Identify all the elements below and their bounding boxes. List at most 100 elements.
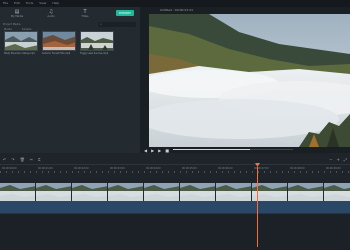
ruler-mark [294,171,295,173]
media-grid: Misty Mountain Valley.mp4 Autumn Forest … [4,31,136,71]
media-item[interactable]: Foggy Lake Sunrise.mp4 [80,31,114,59]
timeline-panel: ↶ ↷ 🗑 ✂ ⌗ − + ⤢ 00:00:00:00 00:00:01:00 00… [0,153,350,250]
ruler-mark [216,171,217,173]
clip-frame [288,183,324,201]
ruler-mark [0,171,1,173]
media-item[interactable]: Autumn Forest Hills.mp4 [42,31,76,59]
delete-icon[interactable]: 🗑 [20,157,25,162]
progress-fill [173,149,250,151]
undo-icon[interactable]: ↶ [3,157,6,162]
ruler-mark [264,171,265,173]
ruler-mark [66,171,67,173]
menu-help[interactable]: Help [52,0,59,7]
clip-frame [0,183,36,201]
ruler-mark [306,171,307,173]
ruler-tick-label: 00:00:05:00 [182,167,197,170]
pause-icon[interactable]: ▶ [158,148,161,153]
empty-track[interactable] [0,213,350,250]
ruler-mark [336,171,337,173]
fullscreen-icon[interactable]: ⤢ [344,157,347,162]
export-button[interactable]: EXPORT [116,10,134,16]
ruler-mark [168,171,169,173]
ruler-mark [114,171,115,173]
clip-frame [180,183,216,201]
crop-icon[interactable]: ⌗ [38,157,40,162]
ruler-tick-label: 00:00:09:00 [326,167,341,170]
ruler-mark [276,171,277,173]
audio-track[interactable] [0,201,350,213]
ruler-tick-label: 00:00:00:00 [2,167,17,170]
ruler-tick-label: 00:00:02:00 [74,167,89,170]
ruler-mark [102,171,103,173]
menu-bar: File Edit Tools View Help [0,0,350,7]
redo-icon[interactable]: ↷ [11,157,14,162]
tab-audio[interactable]: ♫ Audio [38,7,64,20]
ruler-mark [12,171,13,173]
video-track[interactable] [0,183,350,201]
stop-icon[interactable]: ■ [165,148,169,153]
ruler-mark [252,171,253,173]
ruler-mark [186,171,187,173]
clip-frame [144,183,180,201]
clip-frame [72,183,108,201]
play-icon[interactable]: ▶ [151,148,154,153]
ruler-mark [108,171,109,173]
ruler-mark [18,171,19,173]
ruler-mark [318,171,319,173]
ruler-mark [330,171,331,173]
ruler-tick-label: 00:00:08:00 [290,167,305,170]
tab-my-media[interactable]: ▤ My Media [4,7,30,20]
ruler-mark [24,171,25,173]
zoom-out-icon[interactable]: − [329,157,332,162]
ruler-mark [138,171,139,173]
ruler-mark [132,171,133,173]
media-thumbnail [42,31,76,51]
preview-video[interactable] [149,14,350,147]
playhead-line [257,167,258,247]
ruler-mark [42,171,43,173]
ruler-mark [126,171,127,173]
ruler-mark [342,171,343,173]
search-input[interactable]: ⌕ [98,22,136,27]
media-item[interactable]: Misty Mountain Valley.mp4 [4,31,38,59]
ruler-mark [246,171,247,173]
ruler-mark [6,171,7,173]
ruler-mark [210,171,211,173]
ruler-mark [192,171,193,173]
ruler-mark [300,171,301,173]
ruler-tick-label: 00:00:06:00 [218,167,233,170]
ruler-mark [312,171,313,173]
ruler-mark [198,171,199,173]
ruler-mark [144,171,145,173]
clip-frame [324,183,350,201]
ruler-mark [120,171,121,173]
menu-file[interactable]: File [3,0,8,7]
menu-tools[interactable]: Tools [26,0,33,7]
ruler-tick-label: 00:00:01:00 [38,167,53,170]
skip-back-icon[interactable]: ◀ [144,148,147,153]
ruler-mark [48,171,49,173]
ruler-mark [282,171,283,173]
cut-icon[interactable]: ✂ [30,157,33,162]
preview-title: Untitled : 00:00:07:21 [160,8,194,12]
playback-progress[interactable] [173,149,293,151]
timeline-toolbar: ↶ ↷ 🗑 ✂ ⌗ − + ⤢ [0,155,350,163]
tab-titles[interactable]: T Titles [72,7,98,20]
media-library-panel: ▤ My Media ♫ Audio T Titles EXPORT Proje… [0,7,140,153]
ruler-mark [156,171,157,173]
ruler-mark [240,171,241,173]
menu-view[interactable]: View [39,0,46,7]
menu-edit[interactable]: Edit [14,0,20,7]
ruler-mark [84,171,85,173]
clip-frame [108,183,144,201]
ruler-mark [78,171,79,173]
ruler-mark [234,171,235,173]
timeline-ruler[interactable]: 00:00:00:00 00:00:01:00 00:00:02:00 00:00:0… [0,164,350,173]
project-media-label: Project Media [3,23,21,26]
ruler-mark [162,171,163,173]
ruler-mark [36,171,37,173]
zoom-in-icon[interactable]: + [336,157,339,162]
ruler-mark [150,171,151,173]
ruler-mark [348,171,349,173]
ruler-mark [30,171,31,173]
